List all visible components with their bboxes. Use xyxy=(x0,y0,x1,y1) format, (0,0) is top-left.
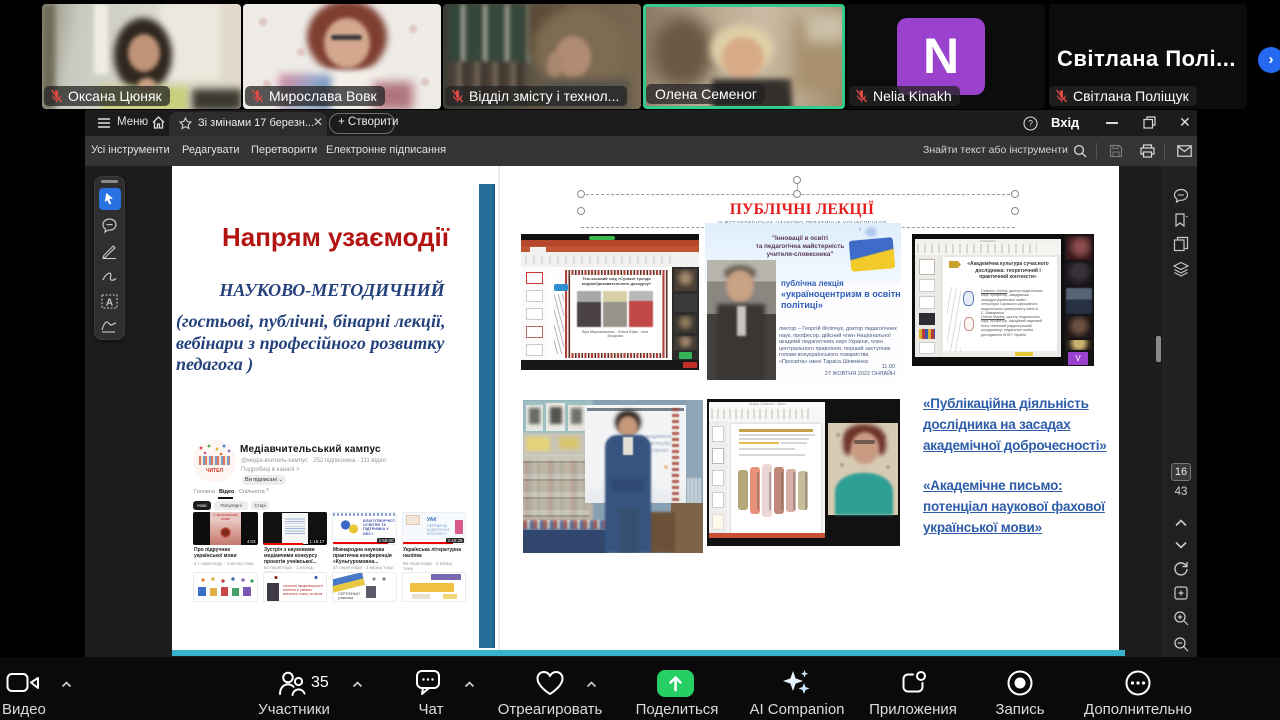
svg-text:A: A xyxy=(106,298,113,309)
svg-text:?: ? xyxy=(1028,119,1033,129)
